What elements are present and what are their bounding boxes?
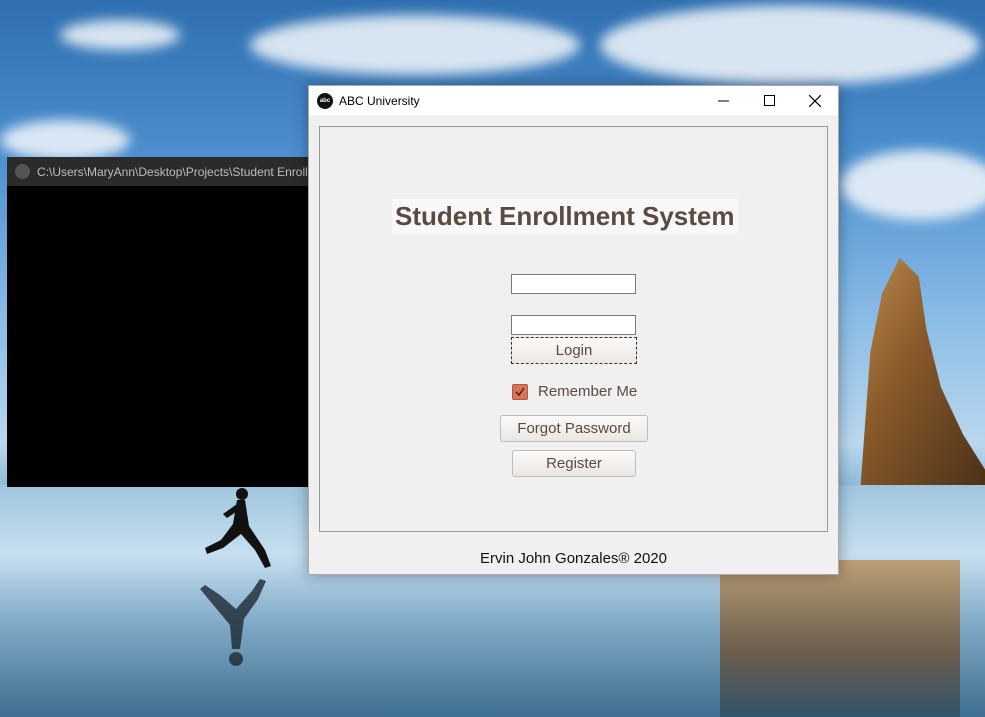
- cloud: [60, 20, 180, 50]
- console-window[interactable]: C:\Users\MaryAnn\Desktop\Projects\Studen…: [7, 157, 309, 487]
- maximize-button[interactable]: [746, 86, 792, 115]
- window-title: ABC University: [339, 93, 420, 108]
- cloud: [840, 150, 985, 220]
- maximize-icon: [763, 95, 775, 106]
- cloud: [0, 120, 130, 160]
- minimize-icon: [717, 100, 729, 102]
- forgot-password-button[interactable]: Forgot Password: [500, 415, 648, 442]
- remember-me-label: Remember Me: [538, 383, 638, 400]
- password-field[interactable]: [511, 315, 636, 335]
- checkmark-icon: [515, 387, 525, 396]
- login-button[interactable]: Login: [511, 337, 637, 364]
- login-window: abc ABC University Student Enrollment Sy…: [308, 85, 839, 575]
- close-icon: [809, 94, 821, 107]
- login-panel: Student Enrollment System Login Remember…: [319, 126, 828, 532]
- app-logo-icon: abc: [317, 92, 333, 109]
- cliff-reflection: [720, 560, 960, 717]
- console-title: C:\Users\MaryAnn\Desktop\Projects\Studen…: [37, 164, 309, 179]
- runner-reflection: [200, 579, 266, 666]
- remember-me-checkbox[interactable]: Remember Me: [512, 383, 637, 400]
- window-titlebar[interactable]: abc ABC University: [309, 86, 838, 115]
- rock-cliff: [860, 258, 985, 493]
- page-title: Student Enrollment System: [392, 199, 738, 234]
- runner-silhouette: [205, 488, 271, 568]
- console-titlebar[interactable]: C:\Users\MaryAnn\Desktop\Projects\Studen…: [7, 157, 309, 186]
- cloud: [250, 15, 580, 75]
- console-app-icon: [15, 164, 30, 179]
- username-field[interactable]: [511, 274, 636, 294]
- minimize-button[interactable]: [700, 86, 746, 115]
- register-button[interactable]: Register: [512, 450, 636, 477]
- footer-copyright: Ervin John Gonzales® 2020: [480, 550, 667, 567]
- cloud: [600, 5, 980, 85]
- close-button[interactable]: [792, 86, 838, 115]
- checkbox-checked-icon: [512, 383, 528, 400]
